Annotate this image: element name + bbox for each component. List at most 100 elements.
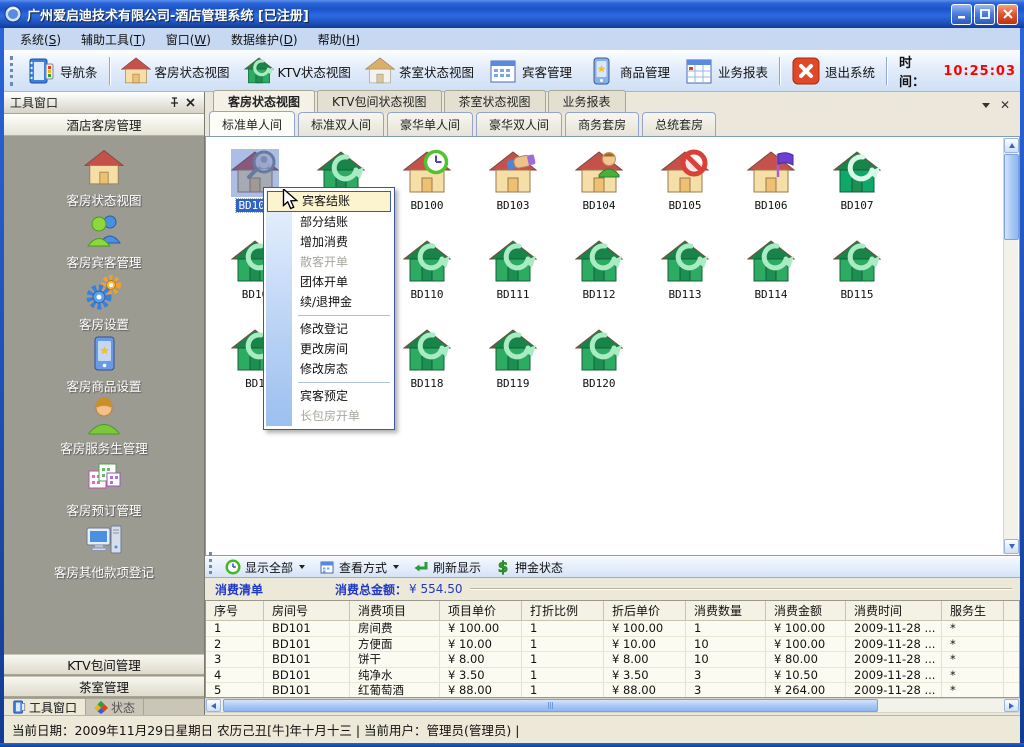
table-row[interactable]: 2BD101方便面¥ 10.001¥ 10.0010¥ 100.002009-1… (206, 637, 1019, 653)
main-tab-2[interactable]: 茶室状态视图 (444, 90, 546, 113)
context-menu-item-2[interactable]: 增加消费 (266, 232, 392, 252)
room-BD120[interactable]: BD120 (556, 327, 642, 416)
room-type-tab-5[interactable]: 总统套房 (642, 112, 716, 136)
table-header-8[interactable]: 消费时间 (846, 601, 942, 620)
table-header-0[interactable]: 序号 (206, 601, 264, 620)
table-cell: ¥ 264.00 (766, 683, 846, 698)
toolbar-button-exit[interactable]: 退出系统 (784, 54, 882, 88)
sidebar-group-1[interactable]: 茶室管理 (4, 676, 204, 697)
main-tab-3[interactable]: 业务报表 (548, 90, 626, 113)
scroll-right-icon[interactable] (1004, 699, 1019, 712)
minimize-button[interactable] (951, 4, 972, 25)
room-BD104[interactable]: BD104 (556, 149, 642, 238)
scroll-up-icon[interactable] (1004, 138, 1019, 153)
toolbar-button-guest-manage[interactable]: 宾客管理 (481, 54, 579, 88)
view-toolbar-button-refresh[interactable]: 刷新显示 (406, 558, 488, 577)
room-type-tab-0[interactable]: 标准单人间 (209, 111, 295, 136)
room-BD111[interactable]: BD111 (470, 238, 556, 327)
context-menu-item-8[interactable]: 更改房间 (266, 339, 392, 359)
sidebar-tab-toolwindow[interactable]: 工具窗口 (4, 699, 86, 715)
toolbar-button-goods-manage[interactable]: 商品管理 (579, 54, 677, 88)
maximize-button[interactable] (974, 4, 995, 25)
room-type-tab-3[interactable]: 豪华双人间 (476, 112, 562, 136)
main-tab-0[interactable]: 客房状态视图 (213, 90, 315, 113)
vertical-scroll-thumb[interactable] (1004, 154, 1019, 240)
view-toolbar-button-clock[interactable]: 显示全部 (218, 558, 312, 577)
scroll-down-icon[interactable] (1004, 539, 1019, 554)
context-menu-item-4[interactable]: 团体开单 (266, 272, 392, 292)
context-menu-item-9[interactable]: 修改房态 (266, 359, 392, 379)
tool-window-close-icon[interactable] (182, 95, 198, 111)
room-BD107[interactable]: BD107 (814, 149, 900, 238)
table-header-4[interactable]: 打折比例 (522, 601, 604, 620)
toolbar-button-tea-status[interactable]: 茶室状态视图 (358, 54, 481, 88)
room-BD100[interactable]: BD100 (384, 149, 470, 238)
context-menu-item-7[interactable]: 修改登记 (266, 319, 392, 339)
sidebar-item-pda[interactable]: 客房商品设置 (66, 334, 141, 396)
sidebar-item-waiter[interactable]: 客房服务生管理 (60, 396, 148, 458)
sidebar-group-hotel-rooms[interactable]: 酒店客房管理 (4, 114, 204, 136)
toolbar-button-navigator[interactable]: 导航条 (19, 54, 105, 88)
menu-item-H[interactable]: 帮助(H) (308, 29, 370, 50)
room-BD114[interactable]: BD114 (728, 238, 814, 327)
room-BD110[interactable]: BD110 (384, 238, 470, 327)
sidebar-item-booking[interactable]: 客房预订管理 (66, 458, 141, 520)
sidebar-tab-status[interactable]: 状态 (86, 699, 144, 715)
context-menu-item-5[interactable]: 续/退押金 (266, 292, 392, 312)
room-BD118[interactable]: BD118 (384, 327, 470, 416)
room-BD106[interactable]: BD106 (728, 149, 814, 238)
table-row[interactable]: 1BD101房间费¥ 100.001¥ 100.001¥ 100.002009-… (206, 621, 1019, 637)
sidebar-item-house[interactable]: 客房状态视图 (66, 148, 141, 210)
table-header-9[interactable]: 服务生 (942, 601, 1004, 620)
horizontal-scroll-thumb[interactable] (223, 699, 878, 712)
menu-item-T[interactable]: 辅助工具(T) (71, 29, 156, 50)
table-header-1[interactable]: 房间号 (264, 601, 350, 620)
menu-item-W[interactable]: 窗口(W) (156, 29, 221, 50)
horizontal-scrollbar[interactable] (205, 698, 1020, 713)
time-label: 时间： (899, 52, 937, 90)
sidebar-item-gears[interactable]: 客房设置 (79, 272, 129, 334)
dropdown-arrow-icon[interactable] (299, 565, 305, 569)
chevron-down-icon[interactable] (982, 103, 990, 108)
table-header-3[interactable]: 项目单价 (440, 601, 522, 620)
table-row[interactable]: 3BD101饼干¥ 8.001¥ 8.0010¥ 80.002009-11-28… (206, 652, 1019, 668)
room-BD115[interactable]: BD115 (814, 238, 900, 327)
sidebar-item-guests[interactable]: 客房宾客管理 (66, 210, 141, 272)
sidebar-item-computer[interactable]: 客房其他款项登记 (54, 520, 154, 582)
table-row[interactable]: 5BD101红葡萄酒¥ 88.001¥ 88.003¥ 264.002009-1… (206, 683, 1019, 698)
context-menu-item-1[interactable]: 部分结账 (266, 212, 392, 232)
room-type-tab-1[interactable]: 标准双人间 (298, 112, 384, 136)
table-header-2[interactable]: 消费项目 (350, 601, 440, 620)
table-header-6[interactable]: 消费数量 (686, 601, 766, 620)
window-frame-bottom (0, 743, 1024, 747)
view-toolbar-button-deposit[interactable]: $押金状态 (488, 558, 570, 577)
context-menu-item-11[interactable]: 宾客预定 (266, 386, 392, 406)
main-tab-1[interactable]: KTV包间状态视图 (317, 90, 441, 113)
view-toolbar-button-view-mode[interactable]: 查看方式 (312, 558, 406, 577)
room-BD103[interactable]: BD103 (470, 149, 556, 238)
close-button[interactable] (997, 4, 1018, 25)
table-header-5[interactable]: 折后单价 (604, 601, 686, 620)
window-title: 广州爱启迪技术有限公司-酒店管理系统 [已注册] (27, 5, 946, 24)
room-BD105[interactable]: BD105 (642, 149, 728, 238)
sidebar-group-0[interactable]: KTV包间管理 (4, 654, 204, 675)
dropdown-arrow-icon[interactable] (393, 565, 399, 569)
menu-item-D[interactable]: 数据维护(D) (221, 29, 308, 50)
room-type-tab-4[interactable]: 商务套房 (565, 112, 639, 136)
toolbar-button-report[interactable]: 业务报表 (677, 54, 775, 88)
table-header-7[interactable]: 消费金额 (766, 601, 846, 620)
room-BD112[interactable]: BD112 (556, 238, 642, 327)
table-row[interactable]: 4BD101纯净水¥ 3.501¥ 3.503¥ 10.502009-11-28… (206, 668, 1019, 684)
room-BD113[interactable]: BD113 (642, 238, 728, 327)
menu-item-S[interactable]: 系统(S) (10, 29, 71, 50)
toolbar-button-room-status[interactable]: 客房状态视图 (114, 54, 237, 88)
room-type-tab-2[interactable]: 豪华单人间 (387, 112, 473, 136)
close-icon[interactable]: ✕ (1000, 100, 1010, 110)
scroll-left-icon[interactable] (206, 699, 221, 712)
room-house-icon (575, 327, 623, 375)
vertical-scrollbar[interactable] (1003, 138, 1018, 554)
pin-icon[interactable] (166, 95, 182, 111)
toolbar-button-ktv-status[interactable]: KTV状态视图 (237, 54, 358, 88)
toolbar-grip[interactable] (10, 56, 15, 86)
room-BD119[interactable]: BD119 (470, 327, 556, 416)
